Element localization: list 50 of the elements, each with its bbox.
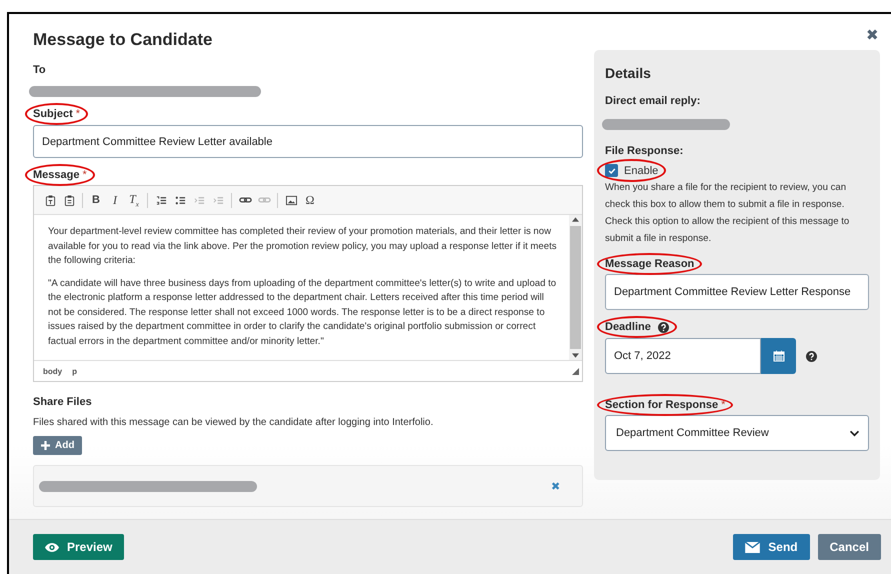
rich-text-editor[interactable] (33, 185, 583, 382)
field-label: Message (33, 169, 80, 181)
element-path[interactable]: body (43, 366, 62, 376)
plus-icon (41, 441, 50, 450)
eye-icon (45, 542, 59, 552)
resize-handle[interactable] (572, 368, 579, 374)
field-label: Section for Response (605, 399, 718, 411)
required-asterisk: * (82, 169, 87, 181)
field-label: Deadline (605, 321, 651, 333)
calendar-button[interactable] (761, 338, 796, 374)
message-paragraph: Your department-level review committee has completed their review of your promotion materials, and their letter is now available for you to read via the link above. Per the promotion review policy, you may upload a response letter if it meets the following criteria: (48, 225, 558, 268)
preview-button[interactable]: Preview (33, 534, 124, 560)
message-reason-field[interactable]: Department Committee Review Letter Response (605, 274, 869, 310)
bold-button[interactable]: B (88, 192, 104, 208)
help-icon[interactable] (806, 350, 817, 362)
help-icon[interactable] (658, 322, 669, 332)
field-label: To (33, 64, 47, 76)
scroll-up-icon[interactable] (572, 217, 579, 222)
message-paragraph: "A candidate will have three business days from uploading of the department committee's letter(s) to write and upload to the electronic platform a response letter addressed to the department chair. Letters received after this time period will not be considered. The response letter shall not exceed 1000 words. The response letter is to be a direct response to issues raised by the department committee in order to clarify the candidate's original portfolio submission or correct factual errors in the department committee and/or minority letter." (48, 276, 558, 348)
required-asterisk: * (721, 399, 726, 411)
field-label: Direct email reply: (605, 95, 702, 107)
help-text: When you share a file for the recipient to review, you can check this box to allow them to submit a file in response. Check this option to allow the recipient of this message to submit a file in response. (605, 181, 850, 246)
date-field[interactable]: Oct 7, 2022 (605, 338, 761, 374)
element-path[interactable]: p (72, 366, 77, 376)
scrollbar[interactable] (569, 215, 582, 360)
add-button[interactable]: Add (33, 436, 82, 455)
envelope-icon (745, 542, 760, 552)
remove-button[interactable]: ✖ (551, 480, 560, 492)
dialog-title: Message to Candidate (33, 30, 214, 50)
italic-button[interactable]: I (107, 192, 123, 208)
scroll-down-icon[interactable] (572, 353, 579, 358)
chevron-down-icon (849, 430, 860, 436)
section-dropdown[interactable]: Department Committee Review (605, 415, 869, 451)
required-asterisk: * (76, 108, 80, 120)
clear-button[interactable]: T$_{x}$ (126, 192, 142, 208)
special-button[interactable]: Ω (302, 192, 318, 208)
panel-title: Details (605, 65, 652, 81)
send-button[interactable]: Send (733, 534, 810, 560)
cancel-button[interactable]: Cancel (818, 534, 881, 560)
section-heading: Share Files (33, 396, 93, 408)
checkbox[interactable] (605, 164, 618, 177)
field-label: File Response: (605, 145, 684, 157)
subject-field[interactable]: Department Committee Review Letter available (33, 125, 583, 158)
field-label: Subject (33, 108, 73, 120)
checkbox-label[interactable]: Enable (624, 164, 658, 176)
check-icon (608, 166, 616, 174)
close-button[interactable]: ✖ (866, 26, 879, 46)
field-label: Message Reason (605, 258, 694, 270)
help-text: Files shared with this message can be viewed by the candidate after logging into Interfolio. (33, 416, 434, 430)
calendar-icon (772, 350, 784, 362)
